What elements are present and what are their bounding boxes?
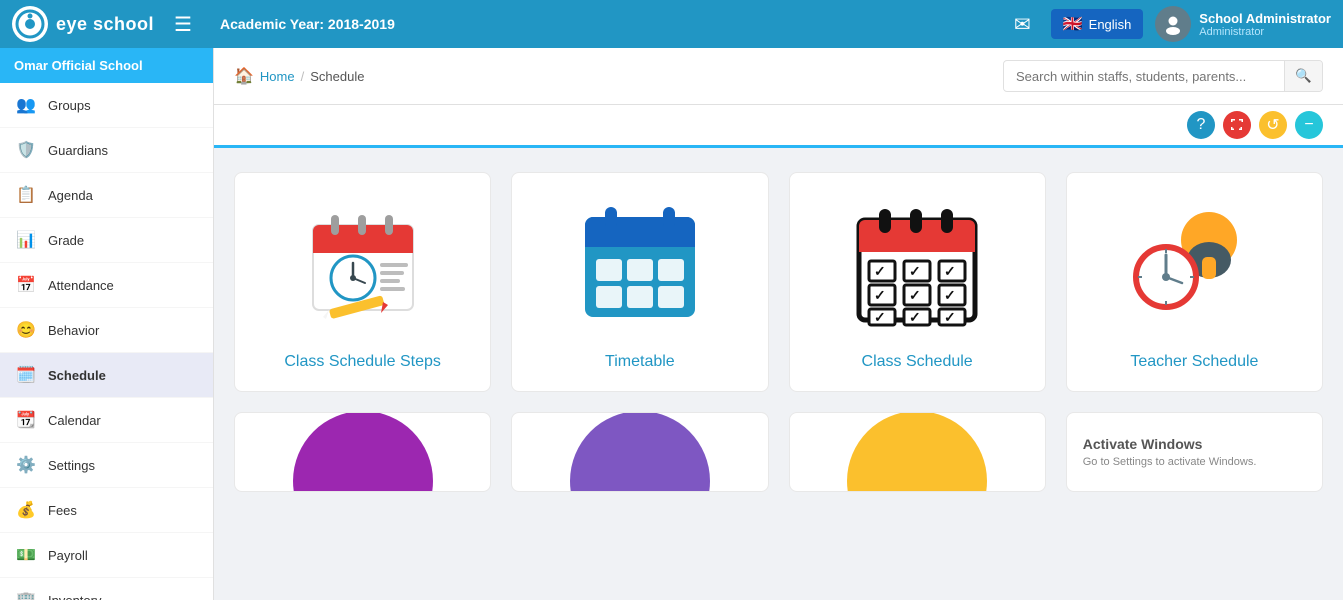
cards-grid-bottom: Activate Windows Go to Settings to activ… [234,412,1323,492]
svg-text:✓: ✓ [944,263,956,279]
logo-circle [12,6,48,42]
sidebar-label-guardians: Guardians [48,143,108,158]
card-icon-area-1 [293,193,433,337]
search-bar: 🔍 [1003,60,1323,92]
minimize-icon[interactable]: − [1295,111,1323,139]
card-class-schedule[interactable]: ✓ ✓ ✓ ✓ ✓ ✓ [789,172,1046,392]
breadcrumb-home-link[interactable]: Home [260,69,295,84]
sidebar: Omar Official School 👥 Groups 🛡️ Guardia… [0,48,214,600]
sidebar-label-fees: Fees [48,503,77,518]
card-partial-1[interactable] [234,412,491,492]
sidebar-label-behavior: Behavior [48,323,99,338]
card-label-1: Class Schedule Steps [284,353,441,371]
card-label-3: Class Schedule [862,353,973,371]
fees-icon: 💰 [14,498,38,522]
card-label-4: Teacher Schedule [1130,353,1258,371]
svg-text:✓: ✓ [909,287,921,303]
mail-icon[interactable]: ✉ [1014,12,1031,37]
card-partial-2[interactable] [511,412,768,492]
card-class-schedule-steps[interactable]: Class Schedule Steps [234,172,491,392]
card-partial-3[interactable] [789,412,1046,492]
card-icon-area-2 [570,193,710,337]
settings-icon: ⚙️ [14,453,38,477]
activate-title: Activate Windows [1083,436,1306,452]
agenda-icon: 📋 [14,183,38,207]
sidebar-label-grade: Grade [48,233,84,248]
svg-text:✓: ✓ [874,309,886,325]
guardians-icon: 🛡️ [14,138,38,162]
card-teacher-schedule[interactable]: Teacher Schedule [1066,172,1323,392]
user-details: School Administrator Administrator [1199,11,1331,38]
action-bar: ? ↺ − [214,105,1343,148]
search-button[interactable]: 🔍 [1284,61,1322,91]
svg-text:✓: ✓ [909,263,921,279]
home-icon: 🏠 [234,66,254,86]
svg-text:✓: ✓ [944,309,956,325]
svg-text:✓: ✓ [874,287,886,303]
sidebar-label-calendar: Calendar [48,413,101,428]
hamburger-icon[interactable]: ☰ [174,12,192,37]
app-title: eye school [56,14,154,35]
topbar: eye school ☰ Academic Year: 2018-2019 ✉ … [0,0,1343,48]
groups-icon: 👥 [14,93,38,117]
logo: eye school [12,6,154,42]
activate-windows-overlay: Activate Windows Go to Settings to activ… [1066,412,1323,492]
avatar [1155,6,1191,42]
sidebar-label-settings: Settings [48,458,95,473]
activate-subtitle: Go to Settings to activate Windows. [1083,456,1306,468]
schedule-icon: 🗓️ [14,363,38,387]
breadcrumb-current: Schedule [310,69,364,84]
academic-year: Academic Year: 2018-2019 [220,16,395,32]
card-icon-area-3: ✓ ✓ ✓ ✓ ✓ ✓ [847,193,987,337]
refresh-icon[interactable]: ↺ [1259,111,1287,139]
attendance-icon: 📅 [14,273,38,297]
breadcrumb-separator: / [301,69,305,84]
sidebar-label-agenda: Agenda [48,188,93,203]
sidebar-item-calendar[interactable]: 📆 Calendar [0,398,213,443]
sidebar-item-groups[interactable]: 👥 Groups [0,83,213,128]
help-icon[interactable]: ? [1187,111,1215,139]
sidebar-item-inventory[interactable]: 🏢 Inventory [0,578,213,600]
scroll-content: Class Schedule Steps [214,148,1343,600]
calendar-icon: 📆 [14,408,38,432]
search-input[interactable] [1004,63,1284,90]
flag-icon: 🇬🇧 [1063,14,1083,34]
school-name: Omar Official School [0,48,213,83]
sidebar-label-schedule: Schedule [48,368,106,383]
user-info[interactable]: School Administrator Administrator [1155,6,1331,42]
sidebar-item-attendance[interactable]: 📅 Attendance [0,263,213,308]
svg-text:✓: ✓ [874,263,886,279]
sidebar-item-guardians[interactable]: 🛡️ Guardians [0,128,213,173]
grade-icon: 📊 [14,228,38,252]
svg-text:✓: ✓ [909,309,921,325]
user-name: School Administrator [1199,11,1331,26]
breadcrumb-bar: 🏠 Home / Schedule 🔍 [214,48,1343,105]
sidebar-item-behavior[interactable]: 😊 Behavior [0,308,213,353]
sidebar-item-schedule[interactable]: 🗓️ Schedule [0,353,213,398]
sidebar-item-fees[interactable]: 💰 Fees [0,488,213,533]
card-icon-area-4 [1124,193,1264,337]
svg-text:✓: ✓ [944,287,956,303]
inventory-icon: 🏢 [14,588,38,600]
payroll-icon: 💵 [14,543,38,567]
sidebar-label-groups: Groups [48,98,91,113]
user-role: Administrator [1199,26,1331,38]
sidebar-label-inventory: Inventory [48,593,101,600]
sidebar-label-payroll: Payroll [48,548,88,563]
breadcrumb: 🏠 Home / Schedule [234,66,364,86]
sidebar-label-attendance: Attendance [48,278,114,293]
sidebar-item-settings[interactable]: ⚙️ Settings [0,443,213,488]
behavior-icon: 😊 [14,318,38,342]
sidebar-item-payroll[interactable]: 💵 Payroll [0,533,213,578]
language-label: English [1089,17,1132,32]
card-timetable[interactable]: Timetable [511,172,768,392]
sidebar-item-agenda[interactable]: 📋 Agenda [0,173,213,218]
main-layout: Omar Official School 👥 Groups 🛡️ Guardia… [0,48,1343,600]
sidebar-item-grade[interactable]: 📊 Grade [0,218,213,263]
content-area: 🏠 Home / Schedule 🔍 ? ↺ − [214,48,1343,600]
cards-grid: Class Schedule Steps [234,172,1323,392]
expand-icon[interactable] [1223,111,1251,139]
card-label-2: Timetable [605,353,675,371]
language-button[interactable]: 🇬🇧 English [1051,9,1144,39]
